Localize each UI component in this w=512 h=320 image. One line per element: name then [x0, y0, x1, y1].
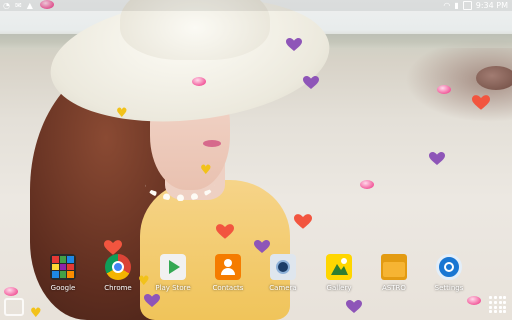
app-label: Settings	[434, 284, 464, 292]
signal-icon: ▮	[454, 1, 459, 10]
app-label: Gallery	[326, 284, 352, 292]
red-heart-icon	[294, 214, 312, 230]
camera-icon	[270, 254, 296, 280]
battery-icon	[462, 1, 472, 10]
wallpaper-lips	[203, 140, 221, 147]
app-settings[interactable]: Settings	[423, 254, 475, 292]
app-play-store[interactable]: Play Store	[147, 254, 199, 292]
app-camera[interactable]: Camera	[257, 254, 309, 292]
app-label: Google	[50, 284, 76, 292]
pink-gem-icon	[192, 77, 206, 86]
app-google-folder[interactable]: Google	[37, 254, 89, 292]
recent-apps-icon[interactable]	[4, 298, 24, 316]
app-label: Chrome	[104, 284, 132, 292]
app-chrome[interactable]: Chrome	[92, 254, 144, 292]
purple-heart-icon	[429, 152, 445, 166]
app-label: Camera	[269, 284, 297, 292]
gold-sparkle-icon: ♥	[200, 163, 212, 178]
app-contacts[interactable]: Contacts	[202, 254, 254, 292]
chrome-icon	[105, 254, 131, 280]
astro-icon	[381, 254, 407, 280]
wallpaper-rock	[476, 66, 512, 90]
mail-icon: ✉	[14, 1, 22, 10]
purple-heart-icon	[286, 38, 302, 52]
gallery-icon	[326, 254, 352, 280]
purple-heart-icon	[303, 76, 319, 90]
notification-icon: ◔	[3, 1, 10, 10]
app-drawer-icon[interactable]	[489, 296, 507, 314]
app-gallery[interactable]: Gallery	[313, 254, 365, 292]
gold-sparkle-icon: ♥	[116, 106, 128, 121]
alert-icon: ▲	[26, 1, 33, 10]
play-store-icon	[160, 254, 186, 280]
app-label: Play Store	[155, 284, 191, 292]
app-label: Contacts	[212, 284, 244, 292]
red-heart-icon	[216, 224, 234, 240]
settings-icon	[436, 254, 462, 280]
wifi-icon: ◠	[443, 1, 451, 10]
status-bar[interactable]: ◔ ✉ ▲ ◠ ▮ 9:34 PM	[0, 0, 512, 11]
status-time: 9:34 PM	[475, 1, 508, 10]
red-heart-icon	[472, 95, 490, 111]
home-dock: Google Chrome Play Store Contacts Camera…	[0, 254, 512, 298]
pink-gem-icon	[437, 85, 451, 94]
app-astro[interactable]: ASTRO	[368, 254, 420, 292]
contacts-icon	[215, 254, 241, 280]
home-nav	[0, 296, 512, 320]
pink-gem-icon	[360, 180, 374, 189]
google-folder-icon	[50, 254, 76, 280]
app-label: ASTRO	[382, 284, 406, 292]
purple-heart-icon	[254, 240, 270, 254]
